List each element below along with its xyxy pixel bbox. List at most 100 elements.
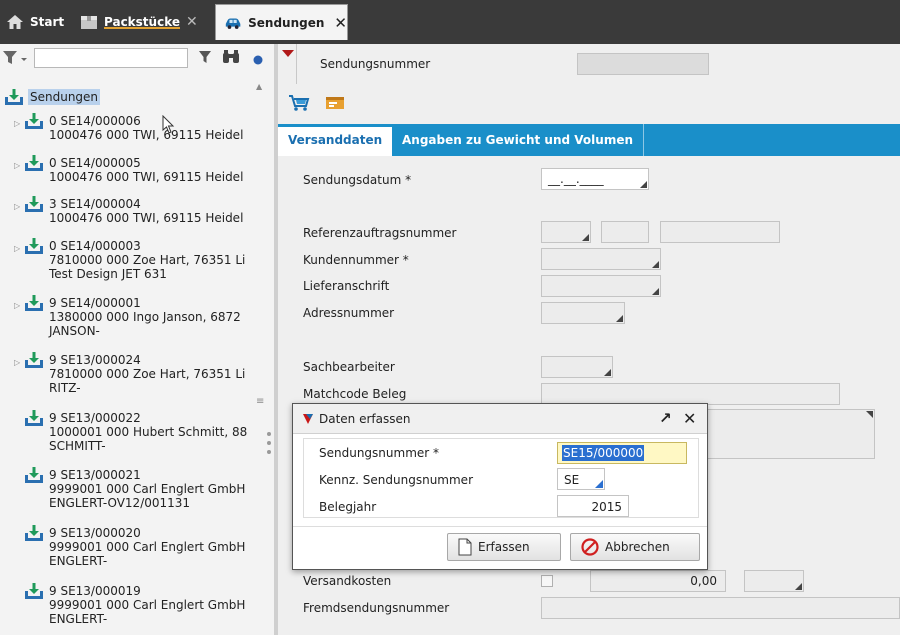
tree-node-title: 9 SE13/000024 bbox=[49, 353, 141, 367]
tree-node-detail: 1000476 000 TWI, 69115 Heidel bbox=[49, 211, 244, 225]
referenz-year-field[interactable] bbox=[601, 221, 649, 243]
sendungsdatum-field[interactable]: __.__.____ bbox=[541, 168, 649, 190]
tree-node-title: 9 SE13/000021 bbox=[49, 468, 141, 482]
dialog-belegjahr-value: 2015 bbox=[591, 500, 622, 514]
waehrung-field[interactable] bbox=[744, 570, 804, 592]
tree-node-title: 9 SE13/000022 bbox=[49, 411, 141, 425]
dialog-sendungsnummer-value: SE15/000000 bbox=[562, 445, 645, 461]
tree-node-detail: 9999001 000 Carl Englert GmbH bbox=[49, 482, 246, 496]
download-tray-icon bbox=[24, 524, 44, 545]
erfassen-button[interactable]: Erfassen bbox=[447, 533, 561, 561]
tree-node-reference: Test Design JET 631 bbox=[49, 267, 167, 281]
fremdsendungsnummer-field[interactable] bbox=[541, 597, 900, 619]
referenz-type-field[interactable] bbox=[541, 221, 591, 243]
lieferanschrift-field[interactable] bbox=[541, 275, 661, 297]
envelope-icon[interactable] bbox=[324, 94, 346, 112]
matchcode-label: Matchcode Beleg bbox=[303, 387, 407, 401]
dialog-belegjahr-input[interactable]: 2015 bbox=[557, 495, 629, 517]
versandkosten-checkbox[interactable] bbox=[541, 575, 553, 587]
tree-node-title: 9 SE13/000020 bbox=[49, 526, 141, 540]
abbrechen-button[interactable]: Abbrechen bbox=[570, 533, 700, 561]
dialog-belegjahr-label: Belegjahr bbox=[319, 500, 377, 514]
adressnummer-field[interactable] bbox=[541, 302, 625, 324]
tree-node-title: 9 SE13/000019 bbox=[49, 584, 141, 598]
expand-icon[interactable]: ▷ bbox=[14, 117, 22, 128]
tab-versanddaten[interactable]: Versanddaten bbox=[278, 124, 393, 156]
dialog-sendungsnummer-input[interactable]: SE15/000000 bbox=[557, 442, 687, 464]
tree-node-detail: 7810000 000 Zoe Hart, 76351 Li bbox=[49, 367, 246, 381]
versandkosten-value: 0,00 bbox=[690, 574, 717, 588]
tab-gewicht-volumen[interactable]: Angaben zu Gewicht und Volumen bbox=[392, 124, 644, 156]
filter-input[interactable] bbox=[34, 48, 188, 68]
sachbearbeiter-field[interactable] bbox=[541, 356, 613, 378]
kundennummer-label: Kundennummer * bbox=[303, 253, 409, 267]
form-tabs: Versanddaten Angaben zu Gewicht und Volu… bbox=[278, 124, 900, 156]
scroll-grip-icon[interactable]: ≡ bbox=[256, 396, 264, 407]
abbrechen-label: Abbrechen bbox=[605, 540, 670, 554]
download-tray-icon bbox=[24, 409, 44, 430]
tree-node-reference: JANSON- bbox=[49, 324, 100, 338]
sendungsdatum-label: Sendungsdatum * bbox=[303, 173, 412, 187]
sendungsdatum-value: __.__.____ bbox=[548, 172, 604, 186]
close-icon[interactable]: ✕ bbox=[334, 14, 347, 32]
status-dot-icon[interactable] bbox=[253, 54, 263, 68]
expand-icon[interactable]: ▷ bbox=[14, 299, 22, 310]
tree-node-detail: 9999001 000 Carl Englert GmbH bbox=[49, 540, 246, 554]
close-icon[interactable]: ✕ bbox=[186, 14, 198, 30]
dialog-kennz-label: Kennz. Sendungsnummer bbox=[319, 473, 474, 487]
expand-icon[interactable]: ▷ bbox=[14, 242, 22, 253]
marker-column bbox=[278, 44, 296, 98]
action-icons bbox=[288, 94, 346, 112]
lieferanschrift-label: Lieferanschrift bbox=[303, 279, 390, 293]
tree-node-reference: RITZ- bbox=[49, 381, 81, 395]
download-tray-icon bbox=[24, 154, 44, 175]
tree-node-reference: ENGLERT- bbox=[49, 612, 108, 626]
dialog-sendungsnummer-label: Sendungsnummer * bbox=[319, 446, 440, 460]
expand-icon[interactable]: ▷ bbox=[14, 356, 22, 367]
tab-packstuecke-label: Packstücke bbox=[104, 15, 180, 29]
download-tray-icon bbox=[24, 582, 44, 603]
versandkosten-field[interactable]: 0,00 bbox=[590, 570, 726, 592]
tab-start[interactable]: Start bbox=[6, 6, 64, 38]
dialog-kennz-value: SE bbox=[564, 473, 580, 487]
tab-start-label: Start bbox=[30, 15, 65, 29]
filter-dropdown-icon[interactable] bbox=[2, 50, 30, 69]
red-marker-icon bbox=[282, 50, 294, 57]
dialog-kennz-select[interactable]: SE bbox=[557, 468, 605, 490]
car-icon bbox=[225, 17, 241, 29]
close-icon[interactable]: ✕ bbox=[683, 409, 696, 428]
tree-root-label: Sendungen bbox=[28, 89, 101, 105]
expand-icon[interactable]: ▷ bbox=[14, 159, 22, 170]
header-panel: Sendungsnummer bbox=[296, 44, 900, 84]
tree-node-title: 0 SE14/000006 bbox=[49, 114, 141, 128]
dialog-titlebar[interactable]: Daten erfassen ↗ ✕ bbox=[293, 404, 707, 434]
splitter-grip-icon[interactable] bbox=[267, 432, 271, 459]
tree-node-title: 0 SE14/000003 bbox=[49, 239, 141, 253]
package-icon bbox=[81, 16, 97, 29]
scroll-up-icon[interactable]: ▲ bbox=[256, 82, 262, 91]
binoculars-icon[interactable] bbox=[222, 50, 240, 68]
tree-node-detail: 1000476 000 TWI, 69115 Heidel bbox=[49, 170, 244, 184]
tab-packstuecke[interactable]: Packstücke ✕ bbox=[80, 6, 198, 38]
sachbearbeiter-label: Sachbearbeiter bbox=[303, 360, 395, 374]
download-tray-icon bbox=[24, 466, 44, 487]
expand-arrow-icon[interactable]: ↗ bbox=[659, 409, 672, 427]
tree-node-reference: ENGLERT- bbox=[49, 554, 108, 568]
kundennummer-field[interactable] bbox=[541, 248, 661, 270]
shopping-cart-icon[interactable] bbox=[288, 94, 310, 112]
matchcode-field[interactable] bbox=[541, 383, 840, 405]
tree-node-title: 3 SE14/000004 bbox=[49, 197, 141, 211]
expand-icon[interactable]: ▷ bbox=[14, 200, 22, 211]
filter-toolbar bbox=[0, 44, 274, 76]
tree-node-detail: 1000476 000 TWI, 69115 Heidel bbox=[49, 128, 244, 142]
filter-icon[interactable] bbox=[198, 50, 212, 67]
tree-root[interactable]: Sendungen bbox=[4, 88, 101, 106]
tab-sendungen[interactable]: Sendungen ✕ bbox=[215, 4, 348, 40]
download-tray-icon bbox=[24, 237, 44, 258]
sendungsnummer-label: Sendungsnummer bbox=[320, 57, 431, 71]
download-tray-icon bbox=[24, 294, 44, 315]
sendungsnummer-field[interactable] bbox=[577, 53, 709, 75]
daten-erfassen-dialog: Daten erfassen ↗ ✕ Sendungsnummer * SE15… bbox=[292, 403, 708, 570]
adressnummer-label: Adressnummer bbox=[303, 306, 395, 320]
referenz-number-field[interactable] bbox=[660, 221, 780, 243]
